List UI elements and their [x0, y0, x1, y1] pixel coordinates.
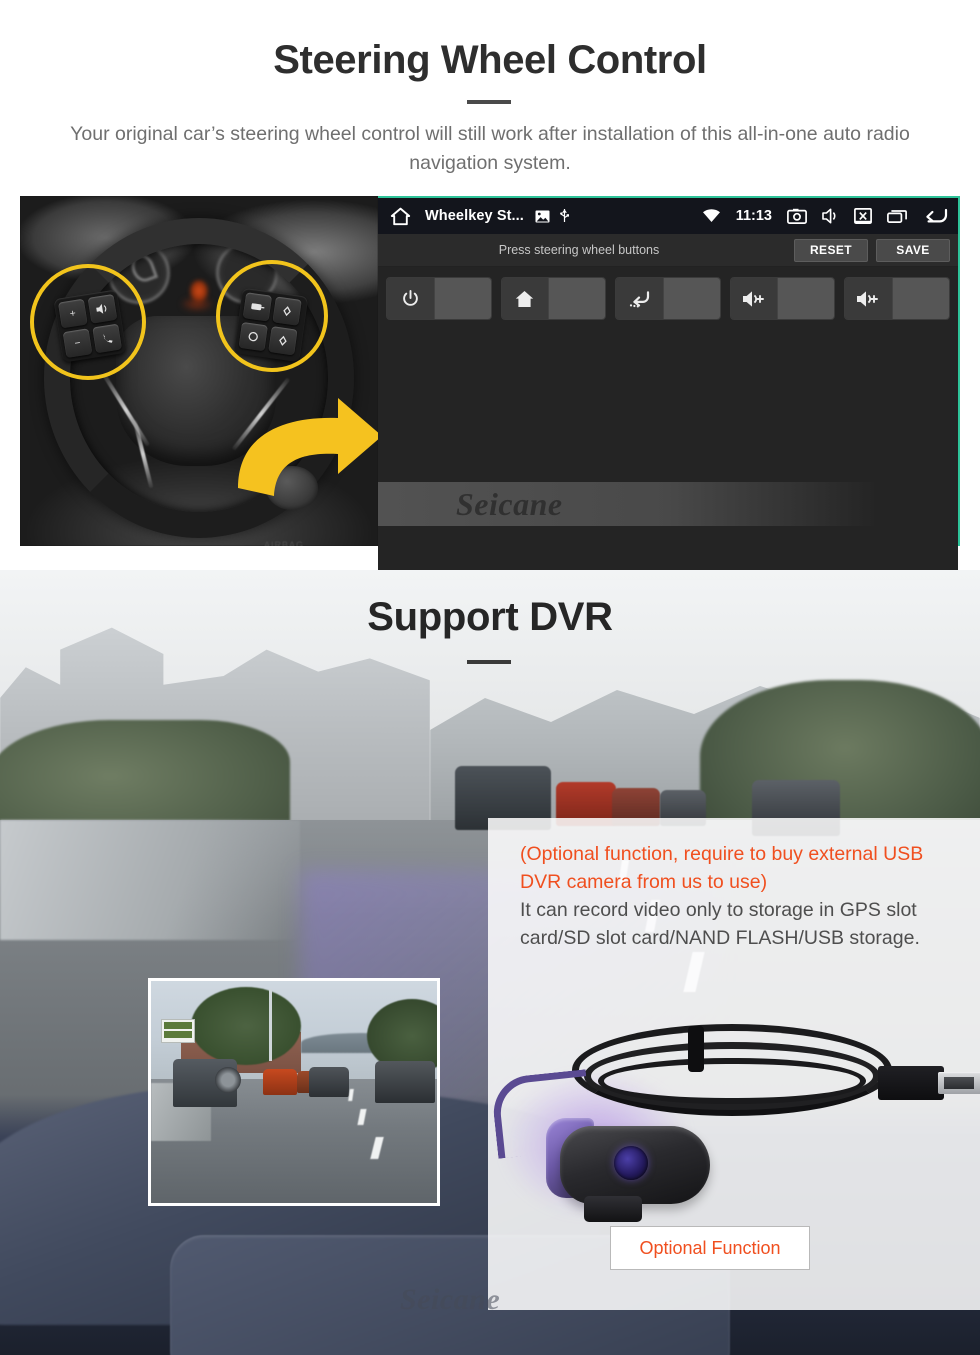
right-highlight-circle: [216, 260, 328, 372]
watermark-text: Seicane: [456, 485, 563, 522]
status-bar-system-icons: 11:13: [702, 207, 948, 225]
dvr-optional-notice: (Optional function, require to buy exter…: [520, 843, 924, 893]
screen-off-icon[interactable]: [854, 208, 872, 224]
yellow-arrow-icon: [230, 392, 378, 512]
page-title-steering-wheel-control: Steering Wheel Control: [273, 38, 707, 82]
dvr-description: (Optional function, require to buy exter…: [520, 840, 952, 952]
preview-spare-wheel: [215, 1067, 241, 1093]
preview-road-sign: [161, 1019, 195, 1043]
usb-icon: [559, 208, 570, 224]
volume-up-icon: [845, 278, 894, 319]
wheelkey-value: [663, 278, 720, 319]
steering-wheel-control-subtitle: Your original car’s steering wheel contr…: [70, 123, 910, 174]
usb-connector-housing: [878, 1066, 944, 1100]
press-buttons-hint: Press steering wheel buttons: [498, 243, 660, 257]
wheelkey-cell-volume-up-2[interactable]: [844, 277, 950, 320]
status-bar-clock: 11:13: [735, 208, 772, 224]
wifi-icon: [702, 209, 721, 223]
wheelkey-mapping-row: [386, 277, 950, 320]
steering-wheel-control-section: Steering Wheel Control Your original car…: [0, 0, 980, 613]
support-dvr-section: Support DVR (Optional function, require …: [0, 570, 980, 1355]
wheelkey-action-bar: Press steering wheel buttons RESET SAVE: [378, 234, 958, 267]
wheelkey-cell-power[interactable]: [386, 277, 492, 320]
wheelkey-value: [549, 278, 606, 319]
wheelkey-value: [778, 278, 835, 319]
camera-lens: [614, 1146, 648, 1180]
dvr-video-preview: [148, 978, 440, 1206]
left-highlight-circle: [30, 264, 146, 380]
wheelkey-value: [893, 278, 949, 319]
back-icon: [616, 278, 664, 319]
app-title: Wheelkey St...: [425, 208, 524, 224]
steering-wheel-media-row: AIRBAG + − Wheelkey St... 11:13 Press st…: [20, 196, 960, 613]
image-icon: [535, 210, 550, 223]
dvr-watermark: Seicane: [400, 1283, 501, 1316]
camera-cable: [598, 1058, 866, 1104]
preview-car: [263, 1069, 297, 1095]
preview-tree-left: [191, 987, 301, 1065]
head-unit-watermark: Seicane: [378, 482, 878, 526]
recents-icon[interactable]: [887, 209, 907, 223]
home-icon[interactable]: [390, 207, 411, 226]
hub-branding: AIRBAG: [264, 540, 305, 546]
wheelkey-cell-volume-up-1[interactable]: [729, 277, 836, 320]
preview-lamp-post: [269, 989, 272, 1061]
cable-tie: [688, 1026, 704, 1072]
wheelkey-mapping-body: [378, 267, 958, 613]
power-icon: [387, 278, 435, 319]
wheelkey-cell-home[interactable]: [500, 277, 607, 320]
steering-wheel-photo: AIRBAG + −: [20, 196, 378, 546]
preview-car: [375, 1061, 435, 1103]
android-head-unit-screen: Wheelkey St... 11:13 Press steering whee…: [378, 196, 960, 613]
status-bar-notification-icons: [535, 208, 570, 224]
reset-button[interactable]: RESET: [794, 238, 868, 262]
back-icon[interactable]: [922, 207, 948, 225]
title-divider: [467, 100, 511, 104]
product-feature-page: Steering Wheel Control Your original car…: [0, 0, 980, 1355]
preview-car: [309, 1067, 349, 1097]
android-status-bar: Wheelkey St... 11:13: [378, 198, 958, 234]
dvr-info-panel: (Optional function, require to buy exter…: [488, 818, 980, 1310]
optional-function-button[interactable]: Optional Function: [610, 1226, 810, 1270]
volume-up-icon: [730, 278, 779, 319]
usb-connector-tip: [938, 1072, 980, 1094]
save-button[interactable]: SAVE: [876, 238, 950, 262]
wheelkey-cell-back[interactable]: [615, 277, 721, 320]
home-icon: [501, 278, 550, 319]
wheelkey-value: [434, 278, 491, 319]
volume-icon[interactable]: [822, 208, 839, 224]
screenshot-icon[interactable]: [787, 208, 807, 224]
camera-mount-bracket: [584, 1196, 642, 1222]
title-divider: [467, 660, 511, 664]
page-title-support-dvr: Support DVR: [367, 595, 613, 639]
dvr-storage-description: It can record video only to storage in G…: [520, 899, 920, 949]
